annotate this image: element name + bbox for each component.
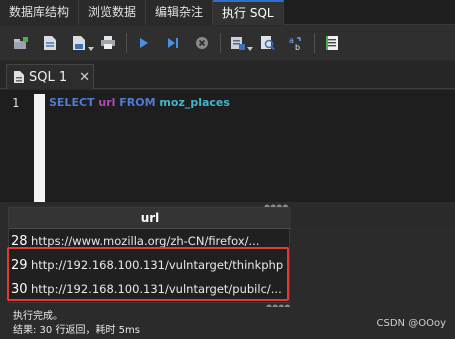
sql-editor[interactable]: 1 SELECT url FROM moz_places: [0, 90, 455, 202]
sql-toolbar: ab: [0, 26, 455, 60]
sql-keyword-select: SELECT: [49, 96, 95, 109]
save-results-icon[interactable]: [227, 32, 253, 54]
line-number: 1: [12, 96, 20, 110]
open-sql-file-icon[interactable]: [39, 32, 61, 54]
svg-text:b: b: [295, 43, 300, 51]
tab-database-structure[interactable]: 数据库结构: [0, 0, 80, 25]
red-highlight-box: [7, 247, 289, 301]
stop-execution-icon[interactable]: [191, 32, 213, 54]
sql-tab-label: SQL 1: [29, 69, 68, 85]
line-gutter: 1: [0, 90, 34, 202]
svg-text:a: a: [289, 36, 294, 45]
main-tab-bar: 数据库结构 浏览数据 编辑杂注 执行 SQL: [0, 0, 455, 25]
chevron-down-icon[interactable]: [88, 47, 94, 51]
sql-table: moz_places: [159, 96, 230, 109]
column-header-url[interactable]: url: [9, 208, 291, 229]
url-cell[interactable]: https://www.mozilla.org/zh-CN/firefox/..…: [31, 234, 260, 248]
print-icon[interactable]: [97, 32, 119, 54]
sql-keyword-from: FROM: [119, 96, 156, 109]
find-icon[interactable]: [256, 32, 278, 54]
execute-current-line-icon[interactable]: [162, 32, 184, 54]
tab-edit-pragmas[interactable]: 编辑杂注: [146, 0, 214, 25]
open-tab-icon[interactable]: [10, 32, 32, 54]
find-replace-icon[interactable]: ab: [285, 32, 307, 54]
save-sql-file-icon[interactable]: [68, 32, 94, 54]
sql-editor-tabs: SQL 1 ✕: [0, 61, 455, 89]
close-icon[interactable]: ✕: [79, 70, 90, 85]
comment-icon[interactable]: [321, 32, 343, 54]
toolbar-separator: [126, 33, 127, 53]
tab-sql-1[interactable]: SQL 1 ✕: [6, 64, 94, 89]
results-header-filler: [290, 207, 455, 228]
current-line-marker: [34, 94, 45, 202]
watermark: CSDN @OOoy: [376, 318, 446, 329]
toolbar-separator: [314, 33, 315, 53]
chevron-down-icon[interactable]: [247, 47, 253, 51]
execute-all-icon[interactable]: [133, 32, 155, 54]
sql-column: url: [98, 96, 116, 109]
sql-tab-icon: [13, 70, 25, 84]
tab-browse-data[interactable]: 浏览数据: [79, 0, 147, 25]
sql-query-text[interactable]: SELECT url FROM moz_places: [49, 96, 230, 109]
tab-execute-sql[interactable]: 执行 SQL: [213, 0, 284, 25]
toolbar-separator: [220, 33, 221, 53]
